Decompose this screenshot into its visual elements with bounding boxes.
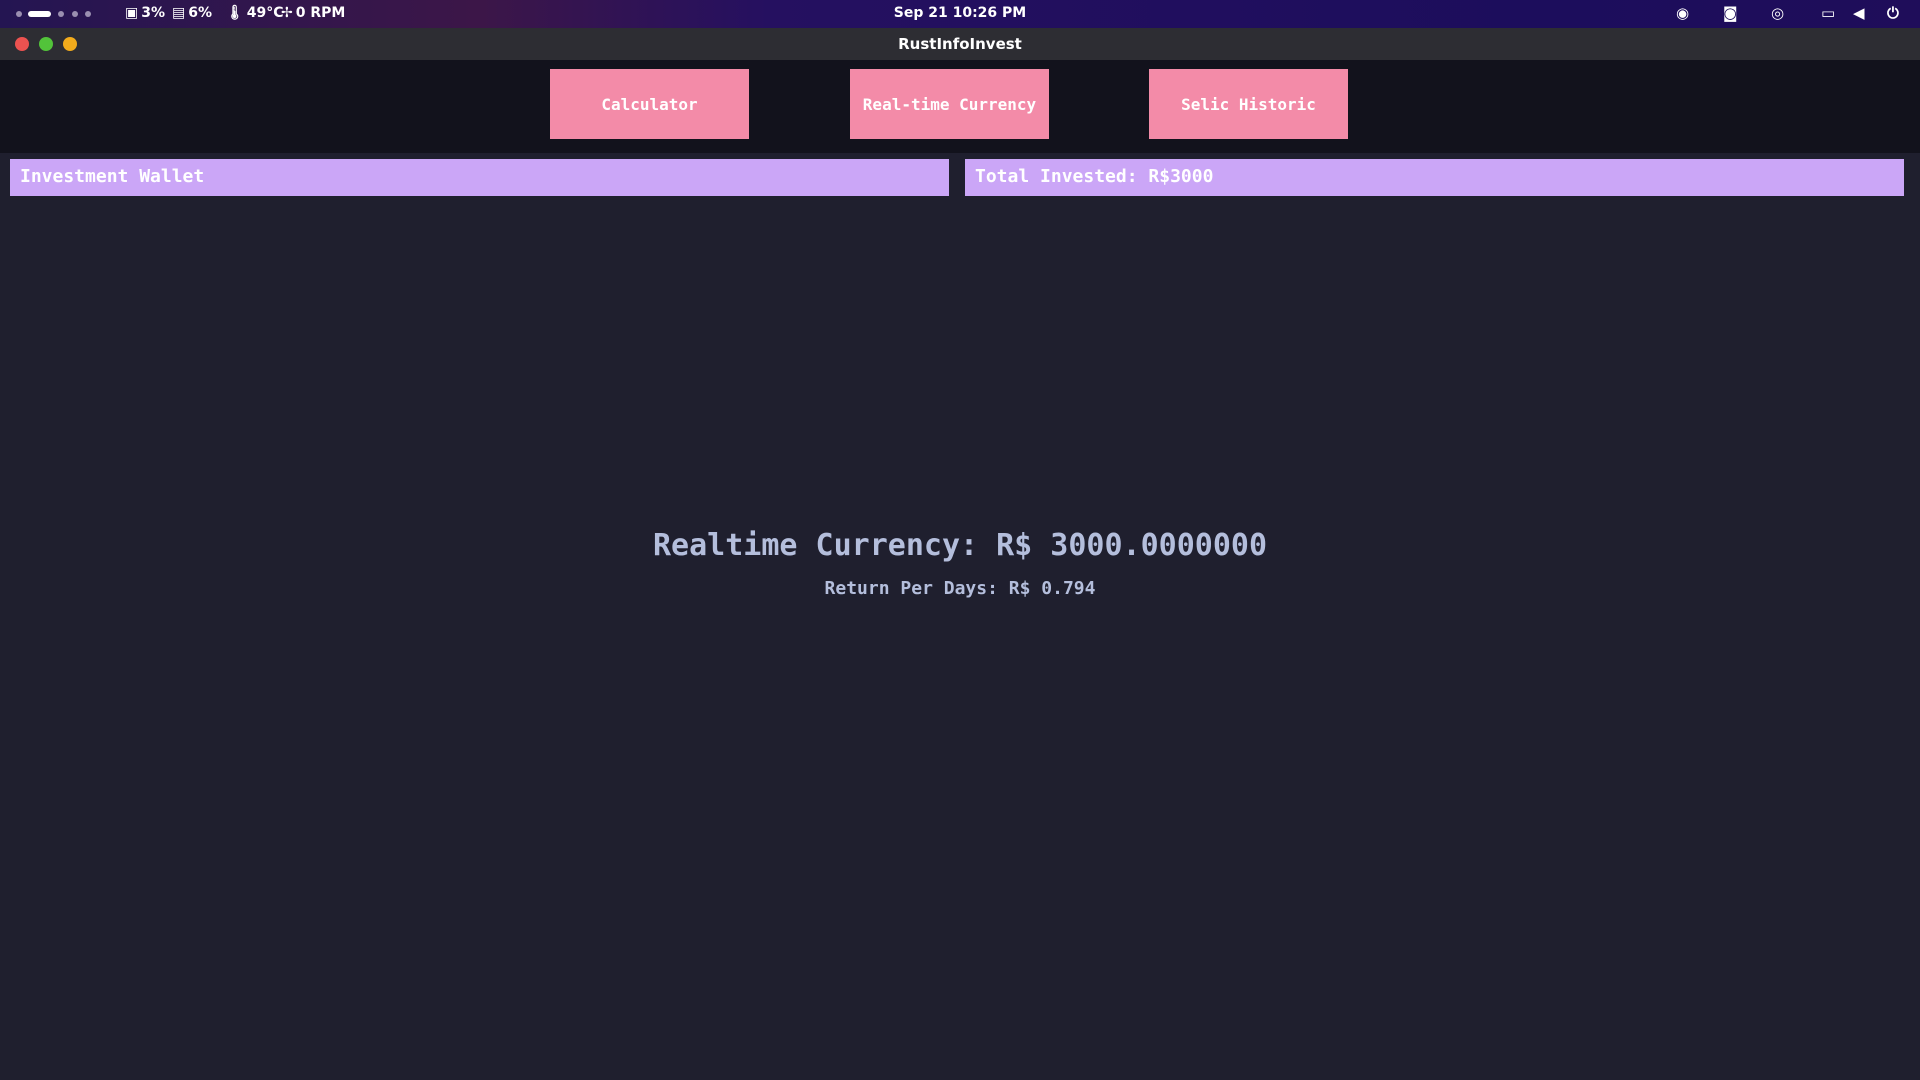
network-icon[interactable]: ▭ [1821,4,1835,22]
investment-wallet-panel: Investment Wallet [10,159,949,196]
total-invested-panel: Total Invested: R$3000 [965,159,1904,196]
realtime-currency-value: Realtime Currency: R$ 3000.0000000 [652,528,1268,563]
close-button[interactable] [15,37,29,51]
volume-icon[interactable]: ◀ [1853,4,1865,22]
steam-icon[interactable]: ◉ [1676,4,1689,22]
nav-bar: Calculator Real-time Currency Selic Hist… [0,60,1920,153]
return-per-days: Return Per Days: R$ 0.794 [824,578,1096,599]
clock[interactable]: Sep 21 10:26 PM [0,5,1920,21]
power-icon[interactable]: ⏻ [1887,4,1899,22]
discord-icon[interactable]: ◙ [1723,4,1738,22]
maximize-button[interactable] [39,37,53,51]
minimize-button[interactable] [63,37,77,51]
spotify-icon[interactable]: ◎ [1771,4,1784,22]
calculator-button[interactable]: Calculator [550,69,749,139]
window-title-bar: RustInfoInvest [0,28,1920,60]
selic-historic-button[interactable]: Selic Historic [1149,69,1348,139]
window-title: RustInfoInvest [898,35,1022,53]
system-top-bar: ▣ 3% ▤ 6% 🌡︎ 49°C ✢ 0 RPM Sep 21 10:26 PM ◉ … [0,0,1920,28]
realtime-currency-button[interactable]: Real-time Currency [850,69,1049,139]
